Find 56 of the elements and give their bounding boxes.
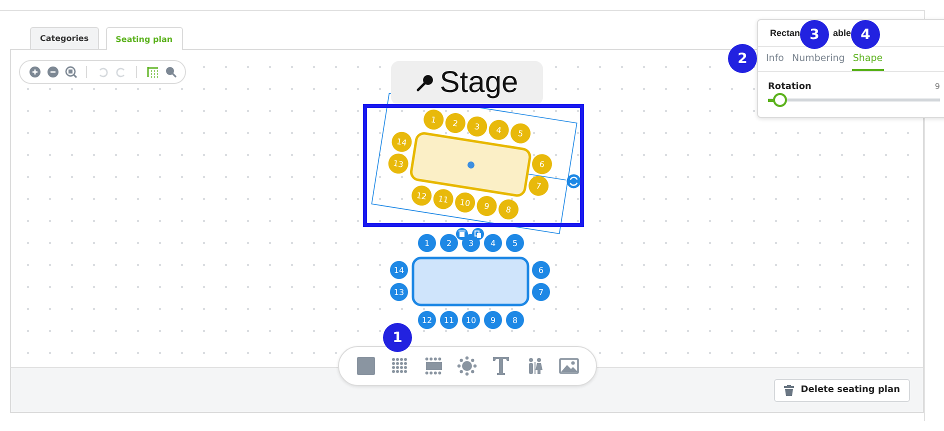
trash-icon[interactable] [456,228,468,240]
center-point[interactable] [468,162,474,168]
square-icon[interactable] [356,356,376,376]
seat[interactable]: 13 [388,154,408,174]
tab[interactable]: Categories [30,27,99,49]
seat[interactable]: 6 [532,261,550,279]
rotation-value: 9 [934,82,940,92]
rotation-label: Rotation [768,82,812,92]
image-icon[interactable] [558,356,579,376]
round-table-icon[interactable] [457,356,478,376]
seat[interactable]: 1 [424,110,444,130]
tab[interactable]: Seating plan [106,27,183,50]
seat[interactable]: 9 [476,196,497,216]
text-icon[interactable] [491,356,512,376]
zoom-in-icon[interactable] [28,66,41,78]
seat[interactable]: 4 [488,120,509,140]
table-top[interactable] [412,256,530,306]
seat[interactable]: 12 [418,311,436,329]
seat[interactable]: 8 [498,199,518,220]
stage-area[interactable]: Stage [391,61,543,105]
seat[interactable]: 12 [412,186,432,206]
slider-thumb[interactable] [772,93,787,107]
seat[interactable]: 10 [462,311,480,329]
seat[interactable]: 5 [506,234,524,252]
seat[interactable]: 11 [433,189,454,210]
seat[interactable]: 14 [392,132,412,152]
trash-icon [784,384,794,396]
microphone-icon [416,74,434,92]
rectangle-table-icon[interactable] [424,356,444,376]
zoom-out-icon[interactable] [46,66,59,78]
seat[interactable]: 2 [440,234,458,252]
rotate-handle-icon[interactable] [566,174,581,188]
panel-title: able [833,28,852,38]
seat[interactable]: 14 [390,261,408,279]
seat[interactable]: 2 [445,113,466,134]
seat[interactable]: 7 [528,176,549,196]
panel-title: Rectan [770,28,800,38]
seat[interactable]: 10 [455,192,476,213]
seat[interactable]: 3 [467,116,488,136]
seat[interactable]: 7 [532,283,550,301]
copy-icon[interactable] [472,228,484,240]
panel-tab[interactable]: Info [765,47,785,71]
seat-grid-icon[interactable] [390,356,410,376]
seat[interactable]: 11 [440,311,458,329]
seat[interactable]: 9 [484,311,502,329]
seat[interactable]: 4 [484,234,502,252]
panel-tab[interactable]: Numbering [790,47,846,71]
stage-label: Stage [440,66,518,100]
seat[interactable]: 6 [532,154,552,174]
zoom-fit-icon[interactable] [64,66,77,78]
seat[interactable]: 13 [390,283,408,301]
seat[interactable]: 5 [510,123,531,144]
seat[interactable]: 8 [506,311,524,329]
delete-seating-plan-button[interactable]: Delete seating plan [774,378,910,402]
seat[interactable]: 1 [418,234,436,252]
grid-icon[interactable] [146,66,159,78]
